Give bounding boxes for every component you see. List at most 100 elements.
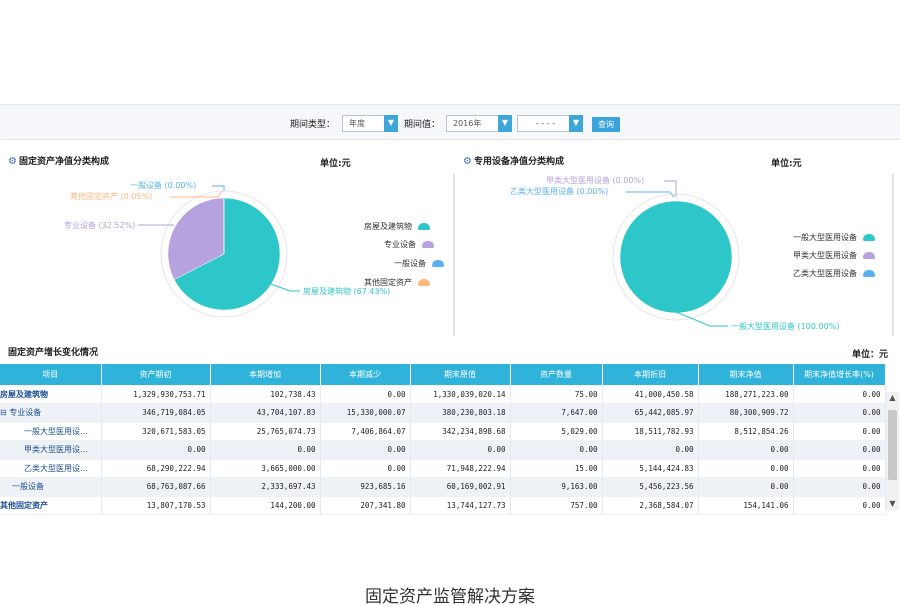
table-cell: 9,163.00 (510, 477, 603, 497)
table-cell: 71,948,222.94 (410, 459, 511, 478)
table-row[interactable]: 房屋及建筑物 1,329,930,753.71 102,738.43 0.00 1,33… (0, 385, 886, 404)
gear-icon: ⚙ (463, 156, 472, 167)
vertical-scrollbar[interactable]: ▲ ▼ (886, 392, 899, 510)
legend-label: 专业设备 (384, 240, 416, 249)
right-legend-item[interactable]: 乙类大型医用设备 (793, 268, 875, 279)
table-cell: 25,765,074.73 (210, 422, 321, 441)
table-cell: 0.00 (793, 477, 886, 497)
leader-line (212, 185, 225, 191)
column-header[interactable]: 本期增加 (210, 364, 321, 385)
right-legend-item[interactable]: 一般大型医用设备 (793, 232, 875, 243)
column-header[interactable]: 期末净值增长率(%) (793, 364, 886, 385)
legend-swatch (418, 223, 430, 230)
right-legend-item[interactable]: 甲类大型医用设备 (793, 250, 875, 261)
row-item-name[interactable]: 一般设备 (0, 477, 102, 497)
table-cell: 380,230,803.18 (410, 403, 511, 423)
table-cell: 15,330,000.07 (320, 403, 411, 423)
table-cell: 0.00 (793, 440, 886, 460)
right-slice-label: 乙类大型医用设备 (0.00%) (510, 187, 609, 196)
column-header[interactable]: 期末净值 (698, 364, 794, 385)
table-cell: 0.00 (793, 385, 886, 404)
table-row[interactable]: ⊟ 专业设备 346,719,084.05 43,704,107.83 15,330,… (0, 403, 886, 423)
table-cell: 13,807,170.53 (101, 496, 211, 515)
row-item-name[interactable]: 乙类大型医用设... (0, 459, 102, 478)
table-unit: 单位：元 (852, 350, 889, 360)
table-cell: 346,719,084.05 (101, 403, 211, 423)
table-cell: 0.00 (410, 440, 511, 460)
table-cell: 68,290,222.94 (101, 459, 211, 478)
table-cell: 102,738.43 (210, 385, 321, 404)
column-header[interactable]: 期末原值 (410, 364, 511, 385)
table-cell: 43,704,107.83 (210, 403, 321, 423)
left-legend-item[interactable]: 一般设备 (394, 258, 444, 269)
row-item-name[interactable]: 房屋及建筑物 (0, 385, 102, 404)
table-row[interactable]: 甲类大型医用设... 0.00 0.00 0.00 0.00 0.00 0.00 0.00 0.… (0, 440, 886, 460)
table-row[interactable]: 乙类大型医用设... 68,290,222.94 3,665,000.00 0.00 7… (0, 459, 886, 478)
table-cell: 5,144,424.83 (602, 459, 699, 478)
table-cell: 188,271,223.00 (698, 385, 794, 404)
column-header[interactable]: 本期折旧 (602, 364, 699, 385)
page-caption: 固定资产监管解决方案 (365, 587, 535, 606)
table-cell: 0.00 (320, 459, 411, 478)
legend-swatch (422, 241, 434, 248)
left-slice-label: 专业设备 (32.52%) (64, 221, 136, 230)
table-cell: 5,456,223.56 (602, 477, 699, 497)
table-row[interactable]: 一般大型医用设... 320,671,583.05 25,765,074.73 7,4… (0, 422, 886, 441)
panel-divider (892, 174, 894, 336)
right-panel-unit: 单位:元 (771, 159, 802, 169)
legend-swatch (432, 260, 444, 267)
row-item-name[interactable]: ⊟ 专业设备 (0, 403, 102, 423)
table-row[interactable]: 一般设备 68,763,087.66 2,333,697.43 923,685.16 6… (0, 477, 886, 497)
table-cell: 18,511,782.93 (602, 422, 699, 441)
scroll-up-icon[interactable]: ▲ (886, 392, 899, 404)
table-cell: 0.00 (698, 477, 794, 497)
column-header[interactable]: 资产数量 (510, 364, 603, 385)
row-item-name[interactable]: 甲类大型医用设... (0, 440, 102, 460)
table-cell: 0.00 (320, 440, 411, 460)
legend-label: 其他固定资产 (364, 278, 412, 287)
column-header[interactable]: 项目 (0, 364, 102, 385)
table-cell: 0.00 (510, 440, 603, 460)
right-panel-title: ⚙ 专用设备净值分类构成 (463, 154, 564, 167)
table-row[interactable]: 其他固定资产 13,807,170.53 144,200.00 207,341.80 1… (0, 496, 886, 515)
legend-label: 一般大型医用设备 (793, 233, 857, 242)
table-cell: 207,341.80 (320, 496, 411, 515)
legend-label: 房屋及建筑物 (364, 222, 412, 231)
pie-charts (138, 180, 740, 327)
column-header[interactable]: 资产期初 (101, 364, 211, 385)
table-cell: 1,329,930,753.71 (101, 385, 211, 404)
table-cell: 75.00 (510, 385, 603, 404)
legend-swatch (418, 279, 430, 286)
row-item-name[interactable]: 其他固定资产 (0, 496, 102, 515)
column-header[interactable]: 本期减少 (320, 364, 411, 385)
left-pie (167, 197, 281, 311)
row-item-name[interactable]: 一般大型医用设... (0, 422, 102, 441)
table-cell: 13,744,127.73 (410, 496, 511, 515)
table-cell: 757.00 (510, 496, 603, 515)
legend-swatch (863, 270, 875, 277)
table-cell: 154,141.06 (698, 496, 794, 515)
right-panel-title-text: 专用设备净值分类构成 (473, 157, 564, 167)
left-slice-label: 一般设备 (0.00%) (130, 181, 197, 190)
table-cell: 320,671,583.05 (101, 422, 211, 441)
left-legend-item[interactable]: 专业设备 (384, 239, 434, 250)
table-cell: 0.00 (320, 385, 411, 404)
scroll-down-icon[interactable]: ▼ (886, 498, 899, 510)
legend-swatch (863, 234, 875, 241)
table-cell: 7,406,864.07 (320, 422, 411, 441)
legend-label: 乙类大型医用设备 (793, 269, 857, 278)
table-cell: 15.00 (510, 459, 603, 478)
panel-divider (453, 174, 455, 336)
left-legend-item[interactable]: 其他固定资产 (364, 277, 430, 288)
leader-line (267, 282, 300, 292)
table-cell: 41,000,450.58 (602, 385, 699, 404)
scroll-thumb[interactable] (888, 410, 897, 480)
table-cell: 1,330,039,020.14 (410, 385, 511, 404)
left-legend-item[interactable]: 房屋及建筑物 (364, 221, 430, 232)
table-cell: 0.00 (698, 459, 794, 478)
table-cell: 60,169,002.91 (410, 477, 511, 497)
table-cell: 923,685.16 (320, 477, 411, 497)
right-slice-label: 甲类大型医用设备 (0.00%) (546, 176, 645, 185)
table-cell: 342,234,898.68 (410, 422, 511, 441)
pie-slice-1[interactable] (619, 200, 733, 314)
